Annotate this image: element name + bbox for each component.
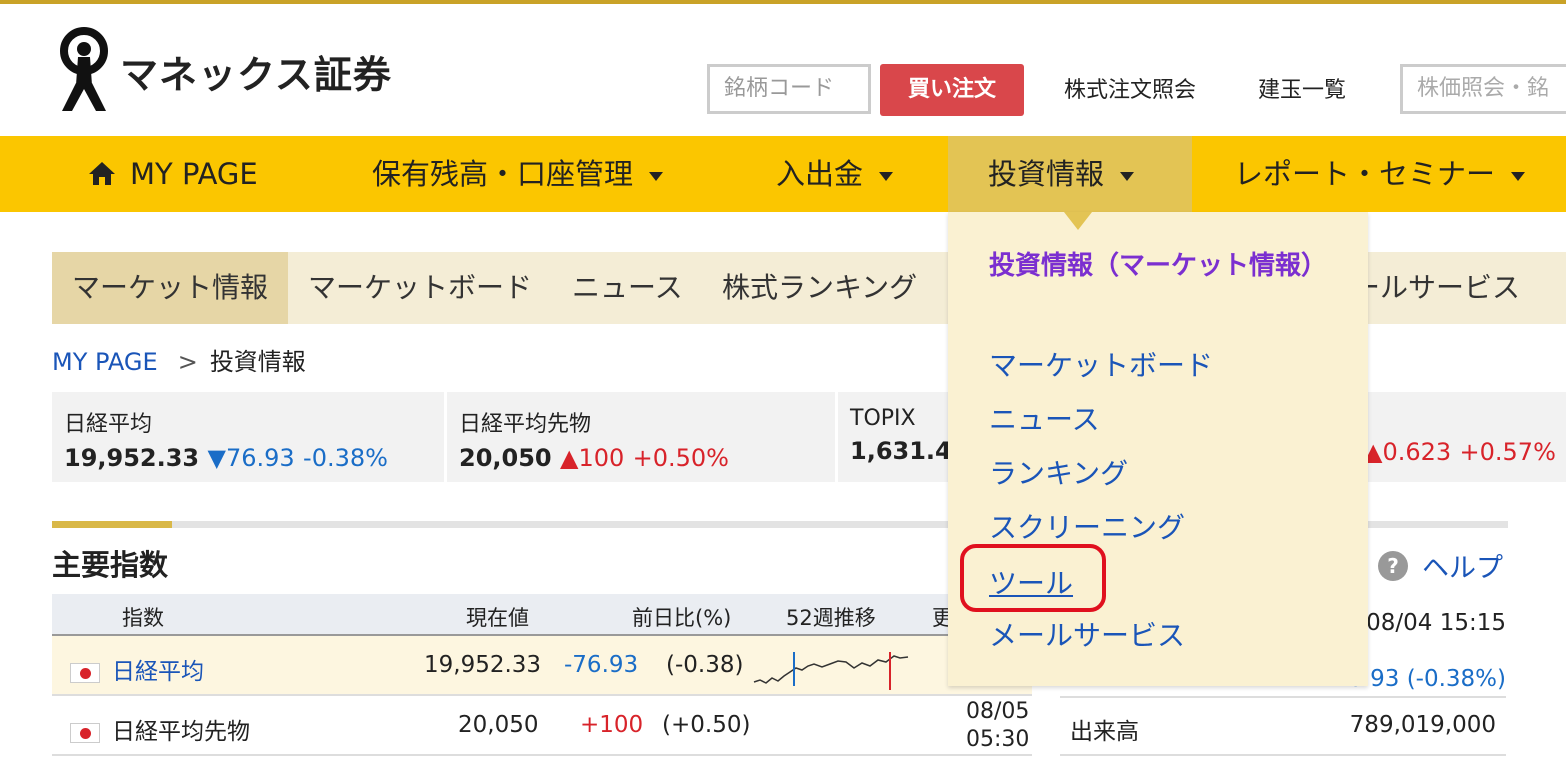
index-table-header: 指数 現在値 前日比(%) 52週推移 更: [52, 594, 960, 636]
highlight-circle: [960, 544, 1106, 612]
index-pct-wrapper: (+0.50): [662, 712, 750, 738]
update-time: 08/05 05:30: [966, 698, 1029, 754]
nav-my-page-label: MY PAGE: [130, 157, 258, 191]
menu-item-market-board[interactable]: マーケットボード: [989, 344, 1213, 384]
menu-item-mail-service[interactable]: メールサービス: [989, 614, 1185, 654]
help-link[interactable]: ? ヘルプ: [1378, 546, 1503, 585]
col-52week: 52週推移: [786, 606, 876, 630]
dropdown-title-link[interactable]: 投資情報（マーケット情報）: [989, 252, 1329, 280]
index-price: 20,050: [458, 712, 539, 738]
section-title: 主要指数: [52, 548, 169, 582]
breadcrumb-current: 投資情報: [209, 348, 306, 376]
question-icon: ?: [1378, 550, 1408, 581]
japan-flag-icon: [70, 722, 100, 743]
nav-holdings[interactable]: 保有残高・口座管理: [372, 136, 664, 212]
ticker-name: 日経平均先物: [459, 412, 592, 437]
breadcrumb-separator: >: [177, 348, 198, 376]
nav-investment-info-label: 投資情報: [988, 157, 1105, 191]
logo-text: マネックス証券: [120, 52, 392, 97]
monex-logo-icon: [52, 27, 116, 115]
col-change: 前日比(%): [632, 606, 732, 630]
ticker-nikkei[interactable]: 日経平均 19,952.33 ▼76.93 -0.38%: [52, 392, 444, 482]
monex-logo[interactable]: マネックス証券: [52, 26, 392, 116]
dropdown-pointer: [1064, 212, 1092, 230]
index-name-link[interactable]: 日経平均: [112, 659, 204, 685]
stock-order-inquiry-link[interactable]: 株式注文照会: [1064, 72, 1196, 104]
update-date: 08/05: [966, 699, 1030, 724]
col-price: 現在値: [466, 606, 529, 630]
nav-deposit[interactable]: 入出金: [776, 136, 894, 212]
help-label: ヘルプ: [1422, 553, 1503, 584]
caret-down-icon: [649, 171, 664, 181]
ticker-change: ▲100: [559, 444, 625, 472]
volume-label: 出来高: [1070, 719, 1139, 745]
nav-reports-label: レポート・セミナー: [1234, 157, 1496, 191]
table-row: 日経平均先物 20,050 +100 (+0.50) 08/05 05:30: [52, 696, 1032, 756]
ticker-pct: +0.50%: [632, 444, 729, 472]
nav-reports[interactable]: レポート・セミナー: [1234, 136, 1526, 212]
ticker-value: 20,050: [459, 444, 552, 472]
tab-news[interactable]: ニュース: [572, 252, 683, 324]
main-nav: MY PAGE 保有残高・口座管理 入出金 投資情報 レポート・セミナー: [0, 136, 1566, 212]
nav-my-page[interactable]: MY PAGE: [88, 136, 318, 212]
menu-item-screening[interactable]: スクリーニング: [989, 506, 1185, 546]
volume-value: 789,019,000: [1349, 712, 1496, 738]
investment-info-dropdown: 投資情報（マーケット情報） マーケットボード ニュース ランキング スクリーニン…: [948, 212, 1368, 686]
tab-mail-service[interactable]: ールサービス: [1352, 252, 1520, 324]
update-clock: 05:30: [966, 727, 1030, 752]
breadcrumb-home-link[interactable]: MY PAGE: [52, 348, 158, 376]
index-price: 19,952.33: [424, 652, 542, 678]
breadcrumb: MY PAGE > 投資情報: [52, 342, 306, 377]
position-list-link[interactable]: 建玉一覧: [1258, 72, 1346, 104]
menu-item-ranking[interactable]: ランキング: [989, 452, 1128, 492]
japan-flag-icon: [70, 662, 100, 683]
nav-deposit-label: 入出金: [776, 157, 864, 191]
ticker-name: 日経平均: [64, 412, 153, 437]
volume-row: 出来高 789,019,000: [1060, 696, 1506, 756]
caret-down-icon: [1511, 171, 1526, 181]
ticker-pct: +0.57%: [1459, 438, 1556, 466]
ticker-change: ▼76.93: [207, 444, 295, 472]
menu-item-news[interactable]: ニュース: [989, 398, 1100, 438]
index-change: -76.93: [564, 652, 639, 678]
stock-price-search-input[interactable]: 株価照会・銘: [1400, 64, 1566, 114]
ticker-nikkei-futures[interactable]: 日経平均先物 20,050 ▲100 +0.50%: [447, 392, 835, 482]
ticker-pct: -0.38%: [303, 444, 388, 472]
ticker-change: ▲0.623: [1364, 438, 1452, 466]
home-icon: [88, 138, 116, 214]
ticker-value: 1,631.4: [850, 437, 952, 465]
buy-order-button[interactable]: 買い注文: [880, 64, 1024, 116]
tab-stock-ranking[interactable]: 株式ランキング: [722, 252, 917, 324]
col-index: 指数: [122, 606, 164, 630]
sparkline-52week: [752, 642, 912, 696]
ticker-other[interactable]: ▲0.623 +0.57%: [1352, 392, 1566, 482]
index-pct: (-0.38): [666, 652, 744, 678]
ticker-value: 19,952.33: [64, 444, 200, 472]
index-name[interactable]: 日経平均先物: [112, 719, 250, 745]
nav-holdings-label: 保有残高・口座管理: [372, 157, 634, 191]
index-pct: (+0.50): [662, 712, 751, 738]
tab-market-board[interactable]: マーケットボード: [308, 252, 532, 324]
index-change: +100: [580, 712, 644, 738]
tab-market-info[interactable]: マーケット情報: [52, 252, 288, 324]
caret-down-icon: [1120, 171, 1135, 181]
nav-investment-info[interactable]: 投資情報: [948, 136, 1192, 212]
section-divider-accent: [52, 521, 172, 528]
table-row: 日経平均 19,952.33 -76.93 (-0.38): [52, 636, 1032, 696]
top-rule: [0, 0, 1566, 4]
caret-down-icon: [879, 171, 894, 181]
side-change-pct: (-0.38%): [1406, 666, 1506, 692]
stock-code-input[interactable]: 銘柄コード: [707, 64, 871, 114]
